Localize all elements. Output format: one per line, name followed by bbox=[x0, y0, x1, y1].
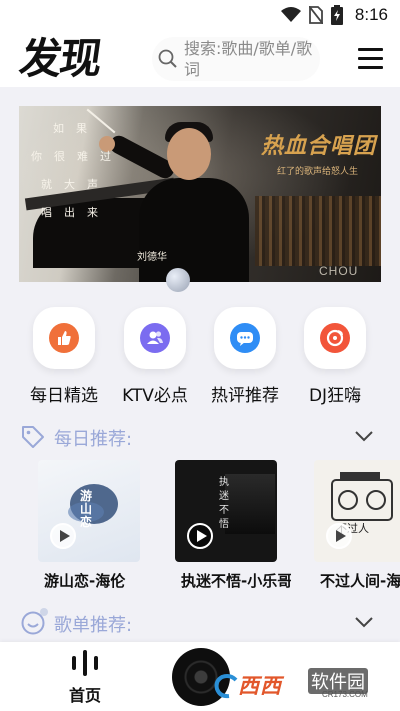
play-button[interactable] bbox=[50, 523, 76, 549]
song-title: 游山恋-海伦 bbox=[44, 572, 126, 590]
watermark-text: 西西 bbox=[238, 674, 282, 698]
banner-poem-line: 唱出来 bbox=[41, 206, 110, 219]
category-button[interactable] bbox=[33, 307, 95, 369]
wifi-icon bbox=[280, 7, 301, 22]
song-cover[interactable]: 执迷不悟 bbox=[175, 460, 277, 562]
cover-title: 游山恋 bbox=[80, 489, 93, 529]
banner-poem-line: 你很难过 bbox=[31, 150, 123, 163]
battery-charging-icon bbox=[330, 5, 343, 25]
daily-section-title: 每日推荐: bbox=[54, 429, 133, 450]
cover-art-radio bbox=[331, 472, 393, 521]
watermark-url: CR173.COM bbox=[322, 690, 368, 699]
play-icon bbox=[197, 530, 207, 542]
song-title: 不过人间-海来阿木 bbox=[320, 572, 400, 590]
banner-poem-line: 如果 bbox=[53, 122, 99, 135]
banner-choir-image bbox=[255, 196, 381, 266]
banner-title: 热血合唱团 bbox=[261, 133, 377, 159]
category-daily-picks[interactable]: 每日精选 bbox=[24, 307, 104, 407]
song-card[interactable]: 不过人 不过人间-海来阿木 bbox=[314, 460, 400, 600]
status-time: 8:16 bbox=[354, 5, 388, 24]
playlist-section-header[interactable]: 歌单推荐: bbox=[20, 610, 380, 638]
nav-home-label[interactable]: 首页 bbox=[62, 682, 108, 706]
watermark: 西西 软件园 CR173.COM bbox=[212, 668, 382, 706]
search-placeholder[interactable]: 搜索:歌曲/歌单/歌词 bbox=[184, 38, 319, 80]
chevron-down-icon[interactable] bbox=[354, 616, 374, 628]
play-button[interactable] bbox=[187, 523, 213, 549]
decor-bubble bbox=[166, 268, 190, 292]
play-button[interactable] bbox=[326, 523, 352, 549]
category-ktv[interactable]: KTV必点 bbox=[115, 307, 195, 407]
banner-caption: 刘德华 bbox=[137, 252, 167, 263]
watermark-logo-icon bbox=[214, 674, 238, 699]
category-label: DJ狂嗨 bbox=[308, 386, 362, 406]
no-sim-icon bbox=[308, 6, 323, 24]
playlist-section-title: 歌单推荐: bbox=[54, 615, 133, 636]
status-bar: 8:16 bbox=[0, 0, 400, 31]
sound-wave-icon[interactable] bbox=[70, 650, 100, 676]
banner-conductor-head bbox=[167, 128, 211, 180]
status-icons: 8:16 bbox=[280, 5, 388, 25]
banner-corner-text: CHOU bbox=[319, 264, 359, 278]
play-icon bbox=[60, 530, 70, 542]
thumbs-up-icon bbox=[49, 323, 79, 353]
tag-icon bbox=[22, 426, 44, 448]
search-icon[interactable] bbox=[158, 49, 178, 69]
category-label: 每日精选 bbox=[30, 386, 98, 406]
hamburger-menu-icon[interactable] bbox=[358, 47, 383, 71]
banner-carousel[interactable]: 如果 你很难过 就大声 唱出来 热血合唱团 红了的歌声给怒人生 刘德华 CHOU bbox=[19, 106, 381, 282]
category-label: KTV必点 bbox=[122, 386, 188, 406]
banner-conductor-image bbox=[139, 178, 249, 282]
category-button[interactable] bbox=[214, 307, 276, 369]
song-cover[interactable]: 游山恋 bbox=[38, 460, 140, 562]
banner-subtitle: 红了的歌声给怒人生 bbox=[277, 167, 359, 177]
play-icon bbox=[336, 530, 346, 542]
song-title: 执迷不悟-小乐哥 bbox=[181, 572, 291, 590]
category-button[interactable] bbox=[304, 307, 366, 369]
category-label: 热评推荐 bbox=[211, 386, 279, 406]
disc-icon bbox=[320, 323, 350, 353]
banner-poem: 如果 你很难过 就大声 唱出来 bbox=[31, 120, 121, 230]
banner-poem-line: 就大声 bbox=[41, 178, 110, 191]
chevron-down-icon[interactable] bbox=[354, 430, 374, 442]
daily-section-header[interactable]: 每日推荐: bbox=[20, 424, 380, 452]
page-title: 发现 bbox=[16, 34, 104, 83]
cover-title: 执迷不悟 bbox=[219, 477, 229, 530]
chat-bubble-icon bbox=[230, 323, 260, 353]
category-dj[interactable]: DJ狂嗨 bbox=[295, 307, 375, 407]
smiley-icon bbox=[21, 611, 45, 635]
category-hot-comments[interactable]: 热评推荐 bbox=[205, 307, 285, 407]
users-icon bbox=[140, 323, 170, 353]
song-cover[interactable]: 不过人 bbox=[314, 460, 400, 562]
header: 发现 搜索:歌曲/歌单/歌词 bbox=[0, 31, 400, 87]
category-button[interactable] bbox=[124, 307, 186, 369]
